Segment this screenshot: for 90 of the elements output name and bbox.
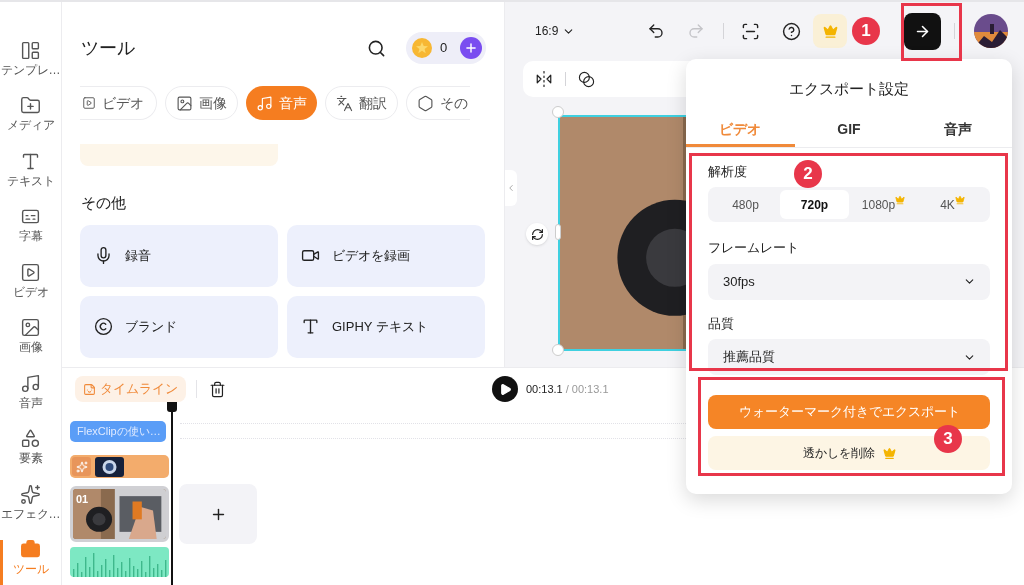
play-square-icon [82,96,96,110]
timeline-icon [83,382,96,396]
avatar[interactable] [974,14,1009,48]
highlight-frame [901,3,962,61]
resolution-option[interactable]: 720p [780,190,849,219]
plus-icon [464,41,478,55]
play-square-icon [20,261,41,283]
help-icon[interactable] [782,21,802,41]
music-icon [256,94,273,112]
panel-title: ツール [81,36,135,60]
sidebar-item[interactable]: 画像 [0,307,62,363]
field-label: 解析度 [708,162,747,181]
sidebar-label: テキスト [6,174,55,187]
resize-handle[interactable] [552,344,564,356]
total-time: / 00:13.1 [565,381,609,397]
sidebar-label: ツール [12,563,49,576]
screen-record-icon[interactable] [741,21,761,41]
resize-handle[interactable] [555,224,561,240]
rotate-button[interactable] [526,223,548,245]
sidebar-label: エフェク… [0,507,61,520]
sidebar-label: メディア [6,119,55,132]
coin-balance[interactable]: 0 [406,32,486,64]
search-icon[interactable] [367,38,386,58]
add-clip-button[interactable] [179,484,257,544]
popup-title: エクスポート設定 [788,79,910,99]
sidebar-item[interactable]: 字幕 [0,196,62,252]
export-tab[interactable]: GIF [794,114,904,147]
sidebar-label: ビデオ [12,285,49,298]
chevron-left-icon [506,183,516,193]
aspect-ratio-dropdown[interactable]: 16:9 [535,22,576,40]
translate-icon [336,94,353,112]
audio-clip[interactable] [70,547,169,577]
sparkle-icon [20,483,41,505]
copyright-icon [94,317,113,336]
field-label: 品質 [708,314,735,333]
sidebar-item[interactable]: 要素 [0,418,62,474]
sidebar-label: 字幕 [18,230,43,243]
layout-icon [20,39,41,61]
crown-icon [822,23,838,39]
category-chip[interactable]: ビデオ [80,86,157,120]
flip-icon[interactable] [535,70,553,88]
frame-rate-dropdown[interactable]: 30fps [708,263,990,300]
sidebar-item[interactable]: エフェク… [0,474,62,530]
effect-clip[interactable] [70,455,169,478]
resolution-option[interactable]: 4K [918,190,987,219]
sidebar-label: 要素 [18,452,43,465]
music-icon [20,372,41,394]
export-tab[interactable]: 音声 [903,114,1012,147]
sidebar-item[interactable]: ビデオ [0,252,62,308]
sidebar-label: 音声 [18,396,43,409]
microphone-icon [94,246,113,265]
tool-card[interactable]: GIPHY テキスト [287,295,485,358]
crown-icon [882,446,896,460]
resolution-option[interactable]: 480p [711,190,780,219]
image-icon [176,94,193,112]
clip-number: 01 [76,492,89,507]
quality-dropdown[interactable]: 推薦品質 [708,339,990,375]
play-button[interactable] [492,376,518,402]
tool-card[interactable]: ブランド [80,295,278,358]
coin-icon [412,38,432,58]
resolution-option[interactable]: 1080p [849,190,918,219]
coin-count: 0 [440,39,449,58]
tool-card[interactable]: 録音 [80,224,278,287]
sidebar-label: テンプレ… [0,63,61,76]
field-label: フレームレート [708,239,800,257]
sidebar-item[interactable]: テンプレ… [0,30,62,86]
sidebar-label: 画像 [18,341,43,354]
shapes-icon [20,428,41,450]
export-button[interactable] [904,12,942,50]
category-chip[interactable]: 画像 [165,86,238,120]
image-icon [20,317,41,339]
sparkle-icon [75,460,88,473]
sidebar-item[interactable]: テキスト [0,141,62,197]
resize-handle[interactable] [552,106,564,118]
play-icon [498,382,512,396]
sidebar-item[interactable]: 音声 [0,363,62,419]
tool-card[interactable]: ビデオを録画 [287,224,485,287]
rotate-icon [530,227,544,241]
category-chip[interactable]: 翻訳 [325,86,398,120]
sidebar-item[interactable]: メディア [0,85,62,141]
section-title: その他 [81,193,127,213]
blend-icon[interactable] [578,70,595,88]
current-time: 00:13.1 [526,381,563,397]
text-icon [301,317,320,336]
category-chip[interactable]: その [406,86,470,120]
playhead[interactable] [166,402,178,585]
trash-icon[interactable] [209,380,226,398]
undo-icon[interactable] [647,22,666,40]
add-coins-button[interactable] [460,37,482,59]
hexagon-icon [417,94,434,112]
